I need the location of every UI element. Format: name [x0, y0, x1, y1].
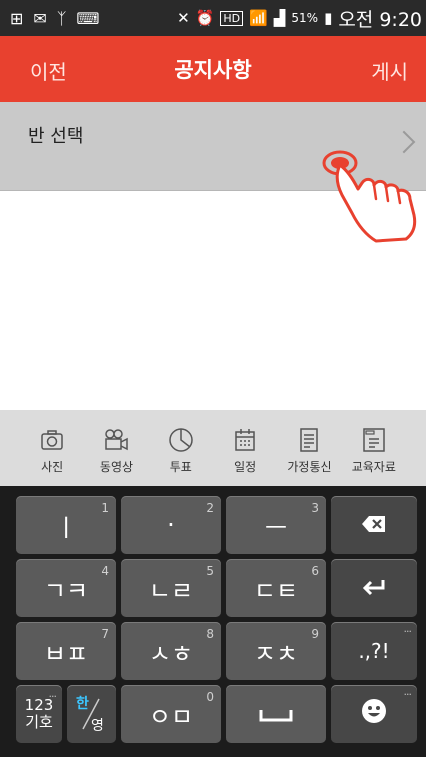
key-label: ㄷㅌ [253, 576, 299, 605]
attach-photo-label: 사진 [41, 460, 64, 474]
key-consonant-s[interactable]: ㅅㅎ 8 [121, 622, 221, 680]
alarm-icon: ⏰ [195, 9, 215, 27]
key-consonant-j[interactable]: ㅈㅊ 9 [226, 622, 326, 680]
punctuation-key[interactable]: .,?! ... [331, 622, 417, 680]
korean-keyboard: ㅣ 1 · 2 ㅡ 3 ㄱㅋ 4 ㄴㄹ 5 ㄷㅌ 6 ㅂㅍ 7 ㅅㅎ 8 ㅈㅊ … [0, 486, 426, 757]
mute-icon: ✕ [177, 9, 190, 27]
signal-icon: ▟ [273, 9, 286, 27]
notice-body-input[interactable] [0, 191, 426, 410]
space-icon [259, 700, 293, 728]
attachment-toolbar: 사진 동영상 투표 일정 가정통신 교육자료 [0, 410, 426, 486]
folder-icon [362, 424, 386, 456]
document-icon [299, 424, 319, 456]
chevron-right-icon [392, 130, 416, 154]
language-toggle-key[interactable]: 한 영 [67, 685, 116, 743]
enter-key[interactable] [331, 559, 417, 617]
smiley-icon [361, 698, 387, 730]
calendar-icon [234, 424, 256, 456]
attach-poll-label: 투표 [169, 460, 192, 474]
key-consonant-g[interactable]: ㄱㅋ 4 [16, 559, 116, 617]
key-number: 4 [101, 564, 109, 578]
key-label: ㅅㅎ [148, 639, 194, 668]
add-icon: ⊞ [10, 8, 24, 28]
more-indicator: ... [403, 622, 412, 635]
battery-icon: ▮ [324, 9, 333, 27]
key-vowel-i[interactable]: ㅣ 1 [16, 496, 116, 554]
camera-icon [40, 424, 64, 456]
more-indicator: ... [48, 687, 57, 700]
key-label: ㄱㅋ [43, 576, 89, 605]
wifi-icon: 📶 [249, 9, 268, 27]
page-title: 공지사항 [174, 58, 252, 82]
attach-photo-button[interactable]: 사진 [22, 410, 82, 475]
pie-chart-icon [168, 424, 194, 456]
mail-icon: ✉ [33, 8, 47, 28]
post-button[interactable]: 게시 [371, 56, 408, 85]
space-key[interactable] [226, 685, 326, 743]
key-label: · [167, 511, 175, 539]
hd-voice-icon: HD [220, 10, 244, 26]
attach-newsletter-button[interactable]: 가정통신 [279, 410, 339, 475]
attach-poll-button[interactable]: 투표 [151, 410, 211, 475]
usb-icon: ᛉ [56, 8, 67, 28]
battery-percent: 51% [291, 11, 319, 25]
key-vowel-eu[interactable]: ㅡ 3 [226, 496, 326, 554]
attach-material-button[interactable]: 교육자료 [344, 410, 404, 475]
key-vowel-dot[interactable]: · 2 [121, 496, 221, 554]
video-camera-icon [103, 424, 129, 456]
backspace-key[interactable] [331, 496, 417, 554]
key-consonant-b[interactable]: ㅂㅍ 7 [16, 622, 116, 680]
attach-material-label: 교육자료 [351, 460, 396, 474]
key-label: ㅇㅁ [148, 702, 194, 731]
enter-icon [362, 574, 386, 602]
class-select-row[interactable]: 반 선택 [0, 102, 426, 191]
key-consonant-n[interactable]: ㄴㄹ 5 [121, 559, 221, 617]
key-label: ㄴㄹ [148, 576, 194, 605]
more-indicator: ... [403, 685, 412, 698]
key-number: 1 [101, 501, 109, 515]
lang-korean-label: 한 [76, 696, 89, 712]
key-label: ㅂㅍ [43, 639, 89, 668]
key-consonant-d[interactable]: ㄷㅌ 6 [226, 559, 326, 617]
key-number: 6 [311, 564, 319, 578]
attach-schedule-label: 일정 [234, 460, 257, 474]
key-number: 5 [206, 564, 214, 578]
key-label: ㅈㅊ [253, 639, 299, 668]
key-number: 9 [311, 627, 319, 641]
key-label: .,?! [358, 639, 390, 663]
key-label: ㅡ [264, 513, 288, 542]
attach-schedule-button[interactable]: 일정 [215, 410, 275, 475]
attach-newsletter-label: 가정통신 [287, 460, 332, 474]
app-screen: ⊞ ✉ ᛉ ⌨ ✕ ⏰ HD 📶 ▟ 51% ▮ 오전 9:20 이전 공지사항… [0, 0, 426, 757]
app-header: 이전 공지사항 게시 [0, 36, 426, 102]
status-time: 오전 9:20 [338, 8, 422, 31]
key-consonant-o[interactable]: ㅇㅁ 0 [121, 685, 221, 743]
attach-video-button[interactable]: 동영상 [86, 410, 146, 475]
key-label-bottom: 기호 [25, 713, 53, 731]
attach-video-label: 동영상 [99, 460, 134, 474]
emoji-key[interactable]: ... [331, 685, 417, 743]
key-number: 0 [206, 690, 214, 704]
backspace-icon [361, 511, 387, 539]
lang-english-label: 영 [91, 718, 104, 734]
key-number: 2 [206, 501, 214, 515]
keyboard-icon: ⌨ [76, 8, 100, 28]
key-number: 7 [101, 627, 109, 641]
key-number: 8 [206, 627, 214, 641]
key-number: 3 [311, 501, 319, 515]
status-bar: ⊞ ✉ ᛉ ⌨ ✕ ⏰ HD 📶 ▟ 51% ▮ 오전 9:20 [0, 0, 426, 36]
symbol-key[interactable]: 123 기호 ... [16, 685, 62, 743]
key-label: ㅣ [54, 513, 78, 542]
class-select-label: 반 선택 [28, 126, 84, 147]
